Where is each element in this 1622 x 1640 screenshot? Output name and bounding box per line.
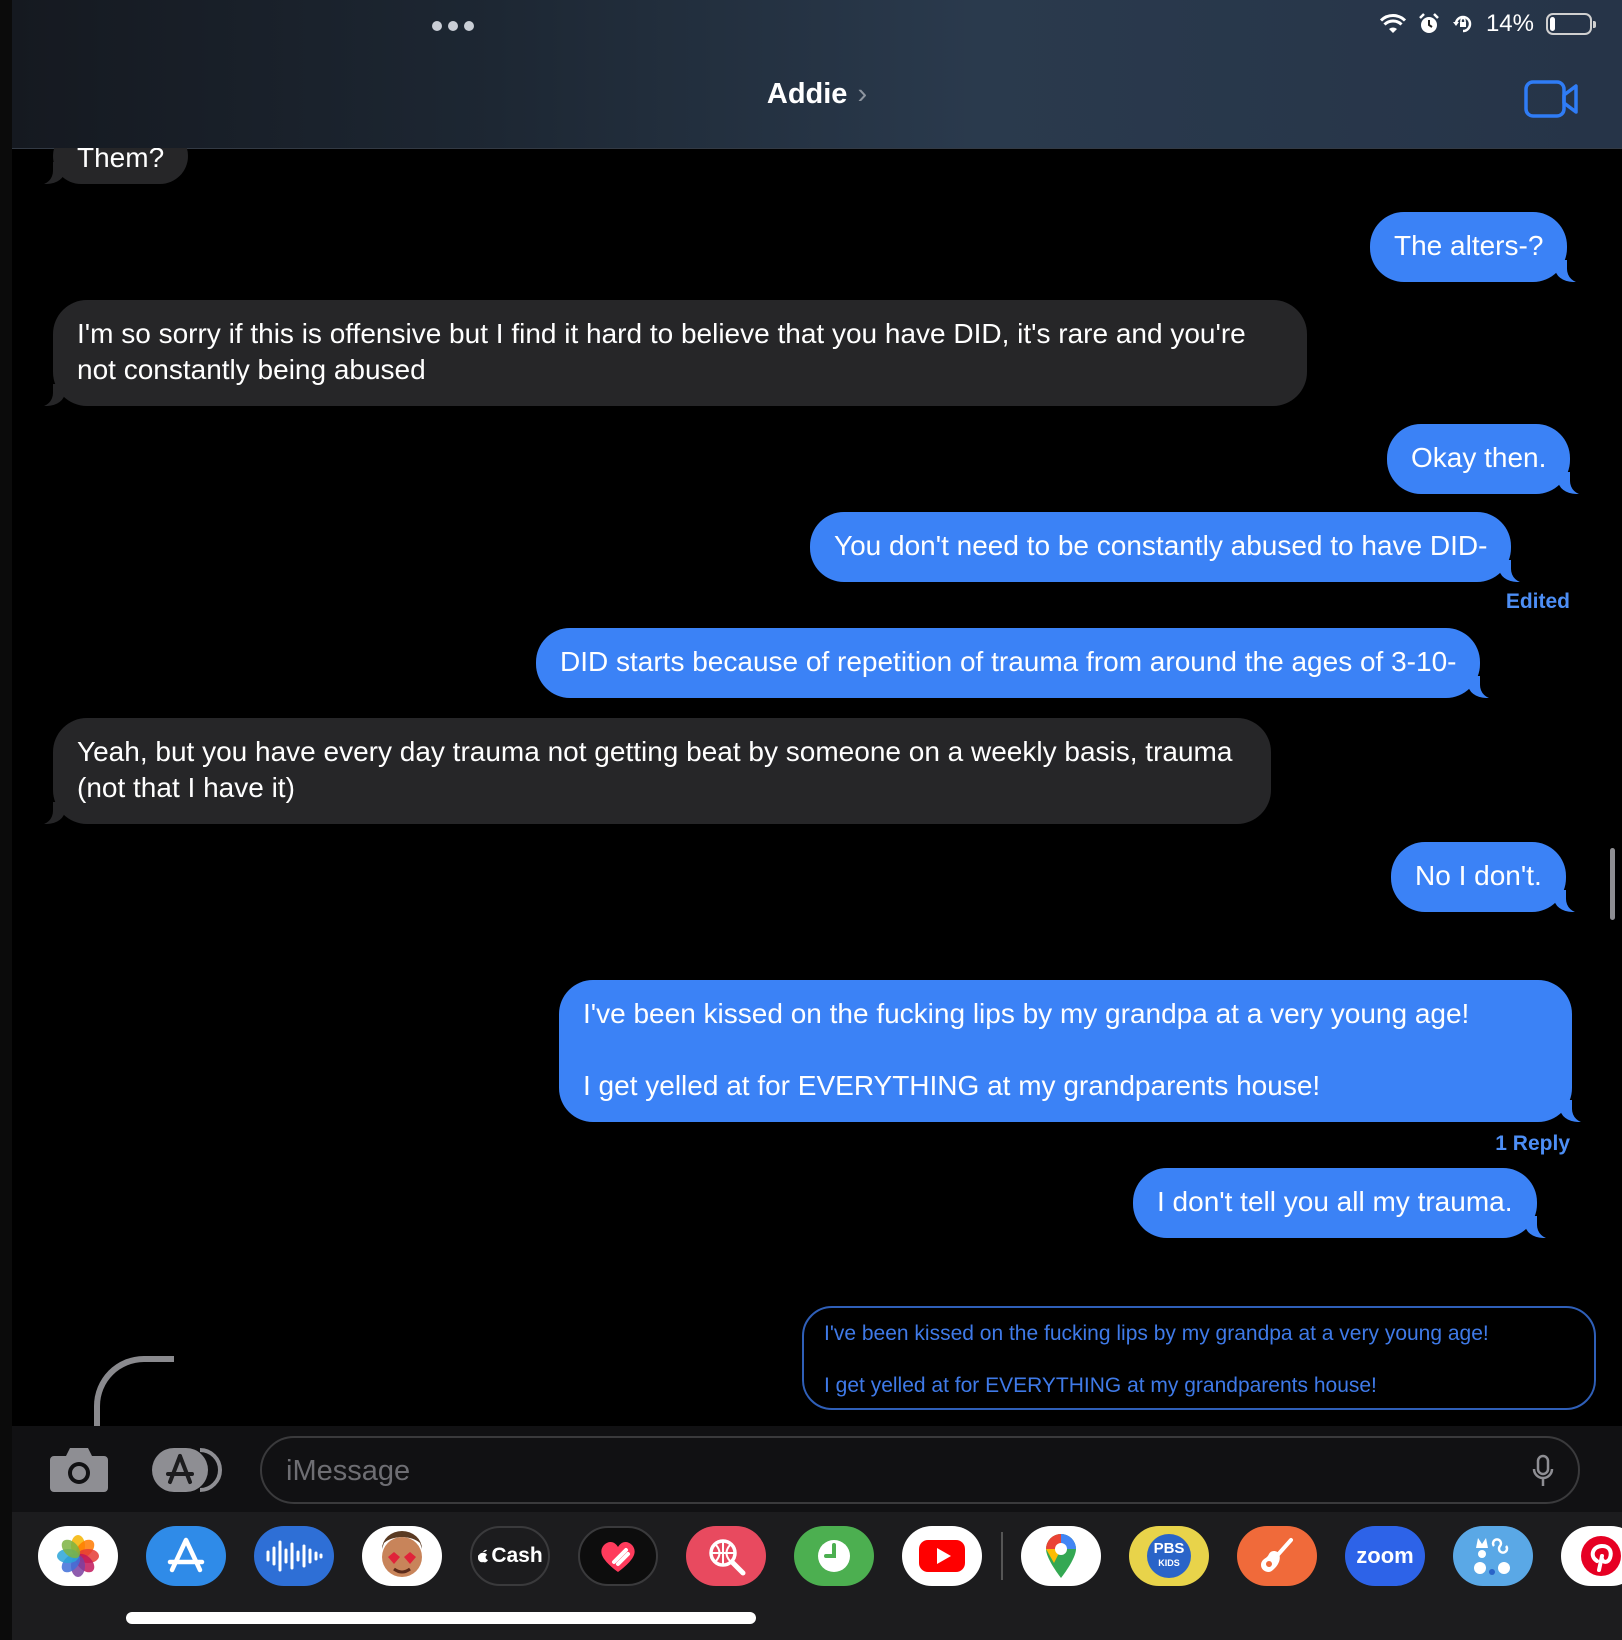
alarm-icon — [1419, 13, 1439, 33]
battery-percent: 14% — [1485, 10, 1534, 37]
outgoing-message[interactable]: I don't tell you all my trauma. — [1133, 1168, 1558, 1239]
outgoing-message[interactable]: I've been kissed on the fucking lips by … — [559, 980, 1594, 1123]
google-maps-app-icon[interactable] — [1021, 1526, 1101, 1586]
reply-preview-line: I've been kissed on the fucking lips by … — [824, 1322, 1489, 1345]
conversation-header: 14% Addie › — [12, 0, 1622, 149]
incoming-message[interactable]: Yeah, but you have every day trauma not … — [31, 718, 1271, 825]
heart-stickers-icon — [601, 1541, 635, 1572]
soundwave-icon — [266, 1540, 323, 1572]
facetime-video-icon[interactable] — [1524, 80, 1578, 118]
incoming-message[interactable]: Them? — [30, 148, 189, 185]
contact-name: Addie — [766, 78, 848, 110]
zoom-app-icon[interactable]: zoom — [1345, 1526, 1425, 1586]
clock-app-icon[interactable] — [794, 1526, 874, 1586]
garageband-icon — [1261, 1538, 1293, 1572]
clock-icon — [818, 1540, 850, 1572]
multitasking-dots-icon[interactable] — [432, 18, 480, 34]
heart-stickers-app-icon[interactable] — [578, 1526, 658, 1586]
status-bar: 14% — [1379, 10, 1596, 38]
home-indicator[interactable] — [126, 1612, 756, 1624]
pinterest-app-icon[interactable] — [1561, 1526, 1622, 1586]
outgoing-message[interactable]: You don't need to be constantly abused t… — [810, 512, 1534, 583]
memoji-app-icon[interactable] — [362, 1526, 442, 1586]
thread-connector-line — [94, 1356, 174, 1426]
pbs-kids-icon: PBS KIDS — [1147, 1534, 1191, 1578]
left-edge — [0, 0, 12, 1640]
google-maps-icon — [1046, 1534, 1076, 1578]
app-store-app-icon[interactable] — [146, 1526, 226, 1586]
message-list[interactable]: Them? The alters-? I'm so sorry if this … — [12, 148, 1610, 1426]
pbs-label: PBS — [1153, 1540, 1185, 1557]
message-line: I get yelled at for EVERYTHING at my gra… — [583, 1070, 1321, 1101]
message-input-field[interactable] — [260, 1436, 1580, 1504]
app-drawer-icon[interactable] — [150, 1446, 226, 1494]
game-pigeon-app-icon[interactable] — [1453, 1526, 1533, 1586]
photos-app-icon[interactable] — [38, 1526, 118, 1586]
pinterest-icon — [1581, 1536, 1621, 1576]
web-search-app-icon[interactable] — [686, 1526, 766, 1586]
dock-separator — [1001, 1532, 1003, 1580]
reply-count-link[interactable]: 1 Reply — [1495, 1132, 1570, 1156]
microphone-icon[interactable] — [1532, 1454, 1554, 1488]
outgoing-message[interactable]: The alters-? — [1370, 212, 1590, 283]
youtube-app-icon[interactable] — [902, 1526, 982, 1586]
outgoing-message[interactable]: Okay then. — [1387, 424, 1593, 495]
message-line: I've been kissed on the fucking lips by … — [583, 998, 1470, 1029]
memoji-stickers-icon — [382, 1531, 422, 1577]
scroll-indicator[interactable] — [1610, 848, 1615, 920]
incoming-message[interactable]: I'm so sorry if this is offensive but I … — [31, 300, 1307, 407]
contact-name-button[interactable]: Addie › — [12, 78, 1622, 111]
zoom-icon: zoom — [1356, 1543, 1414, 1568]
apple-cash-app-icon[interactable]: Cash — [470, 1526, 550, 1586]
apple-cash-icon — [478, 1549, 489, 1563]
thread-reply-preview[interactable]: I've been kissed on the fucking lips by … — [802, 1306, 1596, 1410]
camera-icon[interactable] — [48, 1444, 110, 1494]
reply-preview-line: I get yelled at for EVERYTHING at my gra… — [824, 1374, 1377, 1397]
chevron-right-icon: › — [857, 78, 868, 110]
pbs-kids-app-icon[interactable]: PBS KIDS — [1129, 1526, 1209, 1586]
photos-icon — [57, 1535, 99, 1577]
rotation-lock-icon — [1452, 15, 1472, 33]
game-pigeon-icon — [1474, 1538, 1510, 1575]
kids-label: KIDS — [1158, 1558, 1180, 1568]
app-store-icon — [167, 1537, 205, 1573]
youtube-icon — [919, 1540, 965, 1572]
wifi-icon — [1379, 14, 1406, 33]
soundwave-app-icon[interactable] — [254, 1526, 334, 1586]
apple-cash-label: Cash — [491, 1544, 543, 1567]
battery-icon — [1546, 13, 1596, 35]
garageband-app-icon[interactable] — [1237, 1526, 1317, 1586]
outgoing-message[interactable]: DID starts because of repetition of trau… — [536, 628, 1503, 699]
edited-label[interactable]: Edited — [1506, 590, 1570, 614]
outgoing-message[interactable]: No I don't. — [1391, 842, 1588, 913]
message-input[interactable] — [284, 1438, 1508, 1504]
web-search-icon — [709, 1539, 746, 1576]
